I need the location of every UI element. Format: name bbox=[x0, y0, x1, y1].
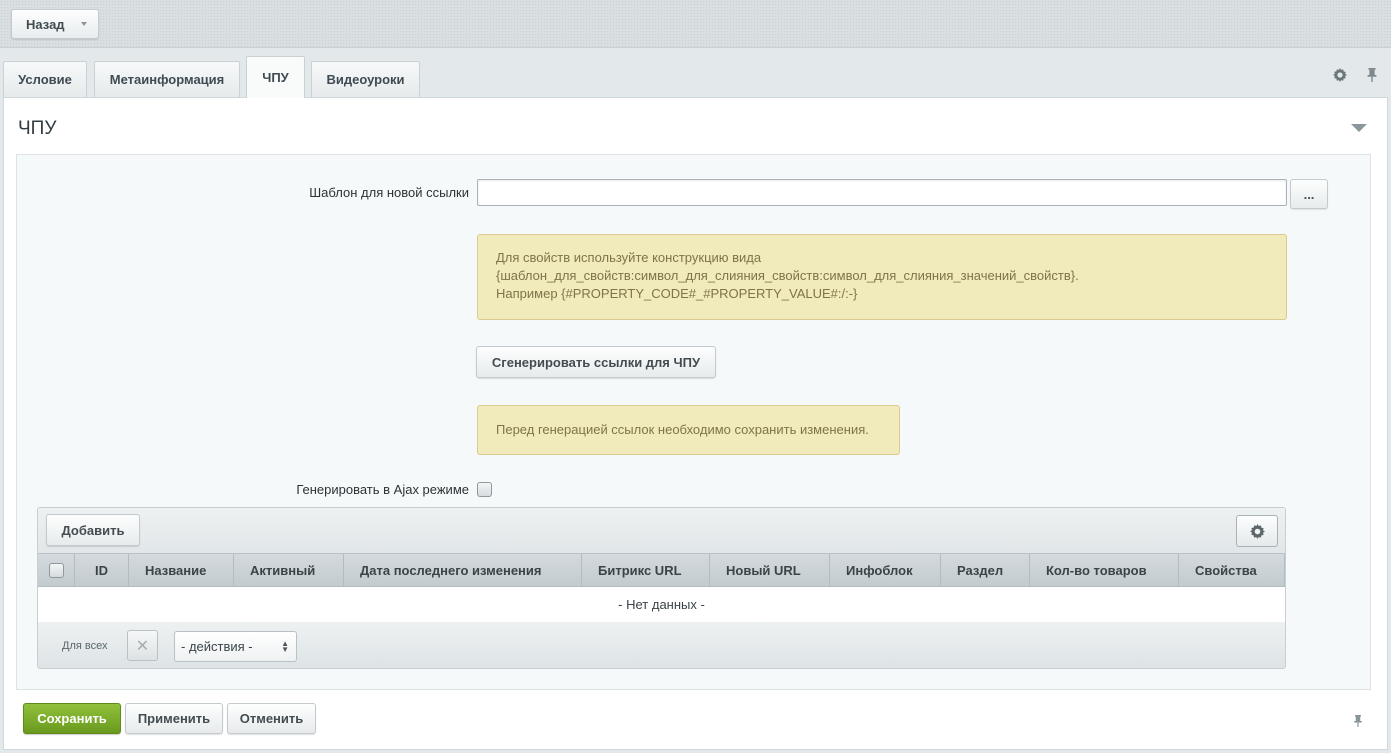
close-icon: ✕ bbox=[135, 637, 150, 655]
for-all-label: Для всех bbox=[62, 640, 108, 652]
column-section[interactable]: Раздел bbox=[941, 554, 1030, 586]
tab-tools bbox=[1333, 68, 1379, 82]
main-panel: ЧПУ Шаблон для новой ссылки ... Для свой… bbox=[3, 97, 1388, 750]
gear-icon[interactable] bbox=[1333, 68, 1347, 82]
hint-note: Для свойств используйте конструкцию вида… bbox=[477, 234, 1287, 320]
add-button-label: Добавить bbox=[61, 522, 125, 538]
tab-video-lessons[interactable]: Видеоуроки bbox=[311, 61, 420, 97]
tab-chpu-label: ЧПУ bbox=[262, 70, 289, 85]
template-input[interactable] bbox=[477, 179, 1287, 206]
cancel-button-label: Отменить bbox=[239, 711, 304, 726]
grid-footer: Для всех ✕ - действия - ▲ ▼ bbox=[38, 622, 1285, 668]
template-picker-button[interactable]: ... bbox=[1290, 179, 1328, 209]
template-label: Шаблон для новой ссылки bbox=[309, 185, 469, 200]
section-body: Шаблон для новой ссылки ... Для свойств … bbox=[16, 154, 1371, 690]
tab-metainformation[interactable]: Метаинформация bbox=[94, 61, 240, 97]
gear-icon bbox=[1249, 523, 1265, 539]
warning-text: Перед генерацией ссылок необходимо сохра… bbox=[496, 422, 869, 437]
grid-settings-button[interactable] bbox=[1236, 515, 1278, 547]
grid-toolbar: Добавить bbox=[38, 508, 1285, 553]
section-title: ЧПУ bbox=[18, 118, 57, 139]
links-grid: Добавить ID Название Активный Дата после… bbox=[37, 507, 1286, 669]
column-name[interactable]: Название bbox=[129, 554, 234, 586]
cancel-button[interactable]: Отменить bbox=[227, 703, 316, 734]
ajax-checkbox[interactable] bbox=[477, 482, 492, 497]
apply-button-label: Применить bbox=[137, 711, 211, 726]
column-new-url[interactable]: Новый URL bbox=[710, 554, 830, 586]
column-iblock[interactable]: Инфоблок bbox=[830, 554, 941, 586]
save-button[interactable]: Сохранить bbox=[23, 703, 121, 734]
delete-button[interactable]: ✕ bbox=[127, 630, 158, 661]
tab-condition-label: Условие bbox=[18, 72, 72, 87]
pin-icon[interactable] bbox=[1365, 68, 1379, 82]
tab-video-lessons-label: Видеоуроки bbox=[326, 72, 405, 87]
tab-metainformation-label: Метаинформация bbox=[109, 72, 225, 87]
pin-icon[interactable] bbox=[1352, 713, 1364, 729]
tab-chpu[interactable]: ЧПУ bbox=[246, 56, 305, 98]
tab-condition[interactable]: Условие bbox=[3, 61, 87, 97]
grid-empty-row: - Нет данных - bbox=[38, 587, 1285, 622]
action-select-value: - действия - bbox=[181, 639, 253, 654]
select-arrows-icon: ▲ ▼ bbox=[281, 639, 289, 654]
chevron-down-icon[interactable] bbox=[81, 22, 87, 26]
template-picker-label: ... bbox=[1303, 186, 1315, 202]
hint-line-1: Для свойств используйте конструкцию вида bbox=[496, 250, 762, 265]
hint-line-3: Например {#PROPERTY_CODE#_#PROPERTY_VALU… bbox=[496, 286, 858, 301]
generate-links-button[interactable]: Сгенерировать ссылки для ЧПУ bbox=[476, 346, 716, 378]
column-active[interactable]: Активный bbox=[234, 554, 344, 586]
apply-button[interactable]: Применить bbox=[125, 703, 223, 734]
hint-line-2: {шаблон_для_свойств:символ_для_слияния_с… bbox=[496, 268, 1079, 283]
grid-empty-text: - Нет данных - bbox=[618, 597, 705, 612]
column-id[interactable]: ID bbox=[75, 554, 129, 586]
top-toolbar: Назад bbox=[0, 0, 1391, 48]
ajax-label: Генерировать в Ajax режиме bbox=[296, 482, 469, 497]
tab-strip: Условие Метаинформация ЧПУ Видеоуроки bbox=[0, 48, 1391, 98]
collapse-arrow-icon[interactable] bbox=[1351, 124, 1367, 132]
column-bitrix-url[interactable]: Битрикс URL bbox=[582, 554, 710, 586]
back-button-label: Назад bbox=[26, 16, 65, 32]
back-button[interactable]: Назад bbox=[11, 9, 99, 39]
add-button[interactable]: Добавить bbox=[46, 514, 140, 546]
select-all-column bbox=[38, 554, 75, 586]
select-all-checkbox[interactable] bbox=[48, 562, 64, 578]
generate-links-label: Сгенерировать ссылки для ЧПУ bbox=[491, 354, 701, 370]
column-properties[interactable]: Свойства bbox=[1179, 554, 1285, 586]
action-select[interactable]: - действия - ▲ ▼ bbox=[174, 631, 297, 662]
warning-note: Перед генерацией ссылок необходимо сохра… bbox=[477, 405, 900, 455]
save-button-label: Сохранить bbox=[37, 711, 107, 726]
column-product-count[interactable]: Кол-во товаров bbox=[1030, 554, 1179, 586]
grid-header: ID Название Активный Дата последнего изм… bbox=[38, 553, 1285, 587]
column-last-modified[interactable]: Дата последнего изменения bbox=[344, 554, 582, 586]
